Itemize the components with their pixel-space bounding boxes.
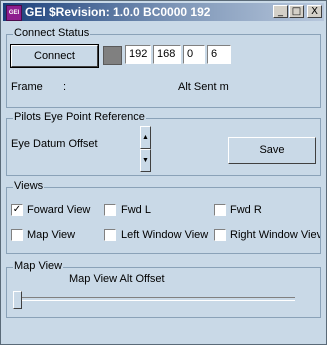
save-button[interactable]: Save [228, 137, 316, 164]
map-alt-offset-slider-track[interactable] [16, 297, 295, 301]
maximize-button[interactable]: □ [289, 5, 304, 18]
connect-status-label: Connect Status [13, 27, 91, 39]
minimize-button[interactable]: _ [273, 5, 288, 18]
check-icon: ✓ [12, 204, 22, 215]
map-alt-offset-label: Map View Alt Offset [69, 273, 165, 285]
app-icon[interactable]: GEI [6, 5, 22, 21]
connect-button[interactable]: Connect [10, 44, 99, 68]
forward-view-label[interactable]: Foward View [27, 204, 90, 216]
spin-up-button[interactable]: ▲ [140, 126, 151, 149]
eye-datum-label: Eye Datum Offset [11, 138, 98, 150]
frame-separator: : [63, 81, 67, 93]
ip-octet-1[interactable]: 192 [125, 45, 151, 64]
right-window-view-label[interactable]: Right Window Viev [230, 229, 320, 241]
app-window: GEI GEI $Revision: 1.0.0 BC0000 192 _ □ … [0, 0, 327, 345]
frame-label: Frame [11, 81, 43, 93]
spin-down-button[interactable]: ▼ [140, 149, 151, 172]
views-group: Views [6, 180, 321, 254]
left-window-view-checkbox[interactable] [104, 229, 116, 241]
map-alt-offset-slider-thumb[interactable] [13, 291, 22, 309]
map-view-checkbox[interactable] [11, 229, 23, 241]
window-title: GEI $Revision: 1.0.0 BC0000 192 [25, 5, 211, 19]
title-bar[interactable]: GEI GEI $Revision: 1.0.0 BC0000 192 _ □ … [3, 3, 324, 21]
pilot-eye-label: Pilots Eye Point Reference [13, 111, 146, 123]
left-window-view-label[interactable]: Left Window View [121, 229, 208, 241]
down-arrow-icon: ▼ [142, 157, 149, 164]
fwd-l-label[interactable]: Fwd L [121, 204, 151, 216]
ip-octet-2[interactable]: 168 [153, 45, 181, 64]
close-button[interactable]: X [307, 5, 322, 18]
forward-view-checkbox[interactable]: ✓ [11, 204, 23, 216]
up-arrow-icon: ▲ [142, 134, 149, 141]
right-window-view-checkbox[interactable] [214, 229, 226, 241]
map-view-option-label[interactable]: Map View [27, 229, 75, 241]
alt-sent-label: Alt Sent m [178, 81, 229, 93]
connection-status-indicator [103, 46, 122, 65]
fwd-r-checkbox[interactable] [214, 204, 226, 216]
ip-octet-4[interactable]: 6 [207, 45, 231, 64]
map-view-group-label: Map View [13, 260, 64, 272]
ip-octet-3[interactable]: 0 [183, 45, 205, 64]
views-label: Views [13, 180, 45, 192]
fwd-r-label[interactable]: Fwd R [230, 204, 262, 216]
fwd-l-checkbox[interactable] [104, 204, 116, 216]
